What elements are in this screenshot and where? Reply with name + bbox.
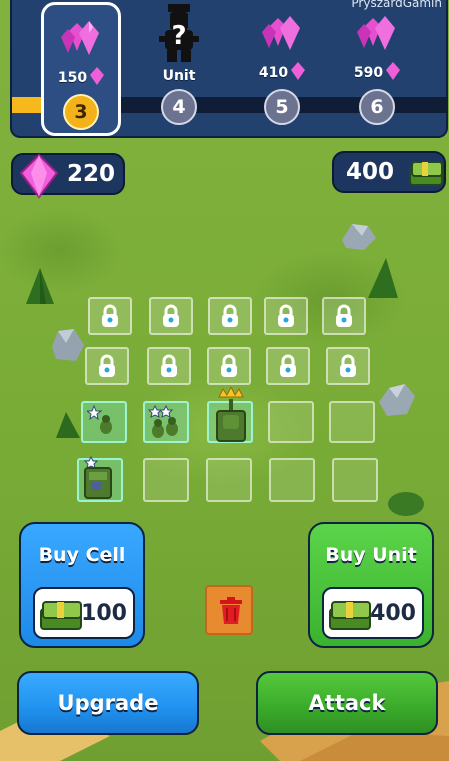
buy-cell-price-box: 100 (33, 587, 135, 639)
locked-cell[interactable] (208, 297, 252, 335)
empty-cell[interactable] (269, 458, 315, 502)
level-badge: 6 (359, 89, 395, 125)
gem-cluster-icon (357, 16, 395, 50)
tier-cost: 410 (242, 62, 322, 81)
locked-cell[interactable] (326, 347, 370, 385)
gem-cluster-icon (262, 16, 300, 50)
gem-icon (291, 62, 306, 80)
empty-cell[interactable] (268, 401, 314, 443)
level-badge: 3 (63, 94, 99, 130)
tier-cost-value: 150 (57, 70, 88, 86)
tier-cost-value: 590 (353, 65, 384, 81)
buy-unit-price: 400 (370, 601, 416, 626)
tank-unit-icon (216, 387, 246, 442)
unit-progression-panel: PryszardGamin 150 3 ? Unit 4 410 5 590 6 (10, 0, 448, 138)
tier-5[interactable]: 410 5 (242, 0, 322, 138)
locked-cell[interactable] (85, 347, 129, 385)
lock-icon (102, 304, 118, 327)
buy-cell-price: 100 (81, 601, 127, 626)
locked-cell[interactable] (207, 347, 251, 385)
tree-decoration (368, 258, 398, 298)
lock-icon (221, 354, 237, 377)
soldier-unit-icon (87, 405, 112, 434)
gem-icon (386, 62, 401, 80)
truck-unit-icon (83, 456, 112, 499)
locked-cell[interactable] (147, 347, 191, 385)
unit-cell[interactable] (81, 401, 127, 443)
unit-cell[interactable] (77, 456, 123, 502)
locked-cell[interactable] (149, 297, 193, 335)
empty-cell[interactable] (143, 458, 189, 502)
lock-icon (222, 304, 238, 327)
upgrade-button[interactable]: Upgrade (17, 671, 199, 735)
tree-decoration (26, 268, 54, 304)
locked-cell[interactable] (322, 297, 366, 335)
lock-icon (336, 304, 352, 327)
cash-stack-icon (40, 601, 82, 630)
lock-icon (340, 354, 356, 377)
bush-decoration (388, 492, 424, 516)
empty-cell[interactable] (329, 401, 375, 443)
lock-icon (99, 354, 115, 377)
locked-cell[interactable] (266, 347, 310, 385)
gem-cluster-icon (61, 21, 99, 55)
gem-icon (90, 67, 105, 85)
unit-cell[interactable] (207, 387, 253, 443)
rock-decoration (342, 224, 376, 250)
cash-value: 400 (346, 159, 395, 185)
lock-icon (278, 304, 294, 327)
lock-icon (161, 354, 177, 377)
buy-unit-price-box: 400 (322, 587, 424, 639)
svg-text:?: ? (171, 21, 186, 51)
level-badge: 5 (264, 89, 300, 125)
buy-unit-button[interactable]: Buy Unit 400 (308, 522, 434, 648)
tier-4[interactable]: ? Unit 4 (139, 0, 219, 138)
tier-cost: 150 (44, 67, 118, 86)
empty-cell[interactable] (332, 458, 378, 502)
gems-counter: 220 (11, 153, 125, 199)
rock-decoration (379, 384, 415, 416)
attack-button[interactable]: Attack (256, 671, 438, 735)
unit-cell[interactable] (143, 401, 189, 443)
trash-icon (220, 597, 242, 624)
tier-label: Unit (162, 68, 196, 84)
mystery-unit-icon: ? (159, 4, 199, 62)
tier-cost-value: 410 (258, 65, 289, 81)
buy-unit-label: Buy Unit (325, 544, 417, 566)
locked-cell[interactable] (88, 297, 132, 335)
level-badge: 4 (161, 89, 197, 125)
lock-icon (280, 354, 296, 377)
buy-cell-button[interactable]: Buy Cell 100 (19, 522, 145, 648)
soldier-pair-unit-icon (147, 405, 178, 438)
rock-decoration (52, 329, 84, 361)
tier-cost: 590 (337, 62, 417, 81)
cash-counter: 400 (332, 151, 446, 193)
trash-button[interactable] (205, 585, 253, 635)
buy-cell-label: Buy Cell (38, 544, 126, 566)
gems-value: 220 (67, 161, 116, 187)
empty-cell[interactable] (206, 458, 252, 502)
tree-decoration (56, 412, 80, 438)
cash-stack-icon (329, 601, 371, 630)
tier-6[interactable]: 590 6 (337, 0, 417, 138)
locked-cell[interactable] (264, 297, 308, 335)
cash-stack-icon (409, 161, 443, 186)
lock-icon (163, 304, 179, 327)
pink-gem-icon (19, 153, 59, 199)
tier-3[interactable]: 150 3 (41, 2, 121, 136)
